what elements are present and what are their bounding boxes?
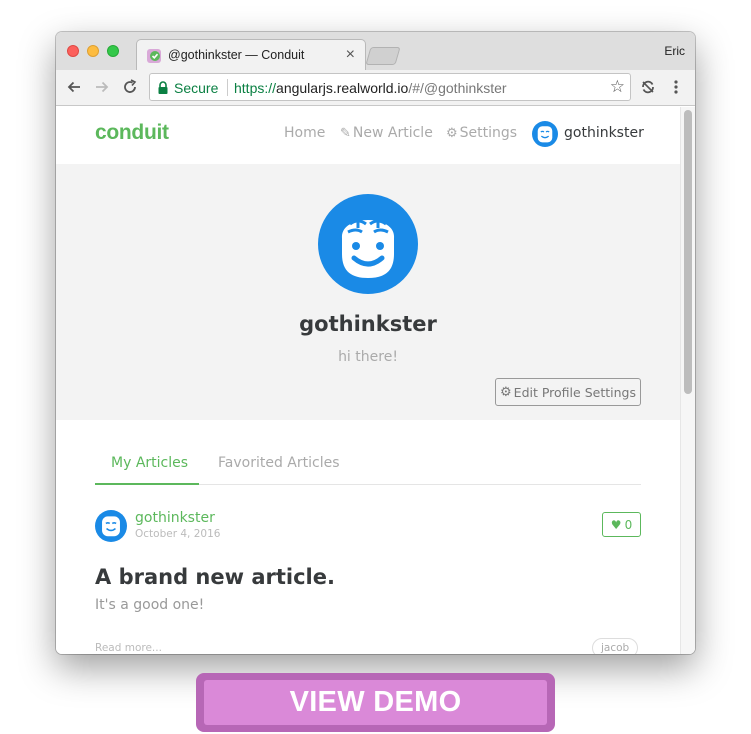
scrollbar-thumb[interactable] — [684, 110, 692, 394]
secure-label: Secure — [174, 80, 219, 96]
articles-tabs: My Articles Favorited Articles — [95, 443, 641, 485]
article-preview: gothinkster October 4, 2016 ♥ 0 A brand … — [95, 502, 641, 654]
forward-arrow-icon[interactable] — [92, 77, 112, 97]
profile-bio: hi there! — [338, 349, 398, 365]
browser-profile-name[interactable]: Eric — [664, 44, 685, 58]
page-viewport: conduit Home ✎ New Article ⚙ Settings goth… — [56, 107, 695, 654]
gear-icon: ⚙ — [500, 384, 512, 400]
url-path: /#/@gothinkster — [408, 80, 507, 96]
view-demo-label: VIEW DEMO — [204, 680, 547, 725]
article-date: October 4, 2016 — [135, 528, 221, 540]
browser-tab[interactable]: @gothinkster — Conduit × — [136, 39, 366, 70]
more-menu-icon[interactable] — [666, 77, 686, 97]
url-host: angularjs.realworld.io — [276, 80, 409, 96]
brand-logo[interactable]: conduit — [95, 121, 169, 145]
article-title[interactable]: A brand new article. — [95, 565, 335, 589]
profile-banner: gothinkster hi there! ⚙ Edit Profile Sett… — [56, 164, 680, 420]
edit-profile-label: Edit Profile Settings — [513, 384, 636, 400]
back-arrow-icon[interactable] — [64, 77, 84, 97]
article-tag[interactable]: jacob — [592, 638, 639, 654]
app-navbar: conduit Home ✎ New Article ⚙ Settings goth… — [56, 107, 680, 164]
window-close-button[interactable] — [67, 45, 79, 57]
edit-profile-settings-button[interactable]: ⚙ Edit Profile Settings — [495, 378, 641, 406]
window-maximize-button[interactable] — [107, 45, 119, 57]
conduit-page: conduit Home ✎ New Article ⚙ Settings goth… — [56, 107, 680, 654]
bookmark-star-icon[interactable]: ☆ — [610, 77, 625, 97]
favorite-button[interactable]: ♥ 0 — [602, 512, 641, 537]
gear-icon: ⚙ — [446, 126, 458, 141]
nav-new-article-label: New Article — [352, 125, 433, 141]
page-scrollbar[interactable] — [680, 107, 695, 654]
article-description[interactable]: It's a good one! — [95, 597, 204, 613]
tab-close-icon[interactable]: × — [346, 46, 355, 64]
url-text: https://angularjs.realworld.io/#/@gothin… — [234, 80, 507, 96]
view-demo-button[interactable]: VIEW DEMO — [196, 673, 555, 732]
profile-username: gothinkster — [299, 312, 437, 336]
new-tab-button[interactable] — [365, 47, 401, 65]
nav-settings-label: Settings — [459, 125, 518, 141]
reload-icon[interactable] — [120, 77, 140, 97]
conduit-favicon-icon — [147, 49, 161, 63]
heart-icon: ♥ — [610, 517, 622, 532]
tab-favorited-articles[interactable]: Favorited Articles — [218, 455, 340, 471]
tab-my-articles[interactable]: My Articles — [111, 455, 188, 471]
nav-new-article-link[interactable]: ✎ New Article — [340, 125, 433, 141]
article-author-link[interactable]: gothinkster — [135, 510, 215, 526]
title-bar: @gothinkster — Conduit × Eric — [56, 32, 695, 70]
nav-user-label: gothinkster — [564, 125, 644, 141]
window-minimize-button[interactable] — [87, 45, 99, 57]
browser-window: @gothinkster — Conduit × Eric Secure htt… — [56, 32, 695, 654]
url-scheme: https:// — [234, 80, 277, 96]
tab-title: @gothinkster — Conduit — [168, 48, 305, 62]
read-more-link[interactable]: Read more... — [95, 642, 162, 654]
nav-settings-link[interactable]: ⚙ Settings — [446, 125, 517, 141]
browser-toolbar: Secure https://angularjs.realworld.io/#/… — [56, 70, 695, 106]
nav-home-link[interactable]: Home — [284, 125, 325, 141]
author-avatar-icon[interactable] — [95, 510, 127, 542]
profile-avatar-icon — [318, 194, 418, 294]
user-avatar-icon — [532, 121, 558, 147]
address-separator — [227, 79, 228, 96]
sync-extension-icon[interactable] — [638, 77, 658, 97]
address-bar[interactable]: Secure https://angularjs.realworld.io/#/… — [149, 73, 631, 101]
lock-icon — [158, 81, 168, 94]
compose-icon: ✎ — [340, 126, 351, 141]
favorites-count: 0 — [624, 517, 633, 532]
active-tab-indicator — [95, 483, 199, 485]
